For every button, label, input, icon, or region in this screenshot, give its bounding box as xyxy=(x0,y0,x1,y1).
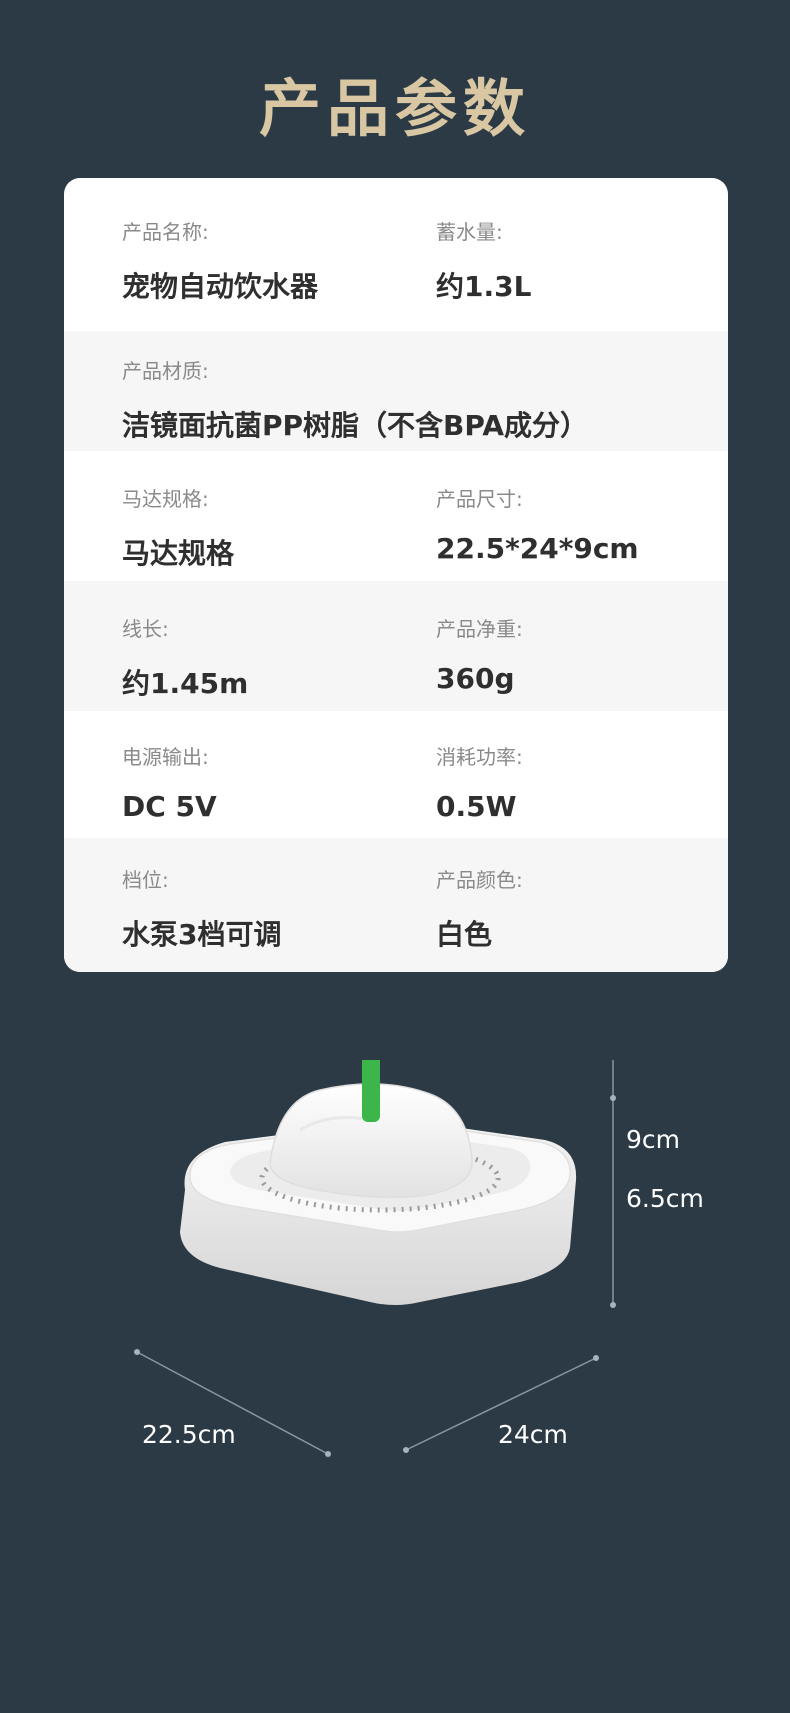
water-fountain-image xyxy=(134,1020,616,1457)
spec-value: 360g xyxy=(436,662,515,695)
spec-row: 档位: 水泵3档可调 产品颜色: 白色 xyxy=(64,838,728,972)
spec-value: DC 5V xyxy=(122,790,217,823)
spec-label: 马达规格: xyxy=(122,487,209,511)
spec-value: 约1.45m xyxy=(122,667,249,700)
spec-row: 线长: 约1.45m 产品净重: 360g xyxy=(64,581,728,711)
spec-item-size: 产品尺寸: 22.5*24*9cm xyxy=(436,483,639,565)
spec-value: 22.5*24*9cm xyxy=(436,532,639,565)
spec-item-weight: 产品净重: 360g xyxy=(436,613,523,695)
spec-value: 水泵3档可调 xyxy=(122,918,282,951)
dim-height-total: 9cm xyxy=(626,1125,681,1154)
spec-label: 产品材质: xyxy=(122,359,209,383)
spec-item-cable: 线长: 约1.45m xyxy=(122,613,248,702)
spec-item-color: 产品颜色: 白色 xyxy=(436,864,523,953)
spec-label: 产品净重: xyxy=(436,617,523,641)
spec-row: 马达规格: 马达规格 产品尺寸: 22.5*24*9cm xyxy=(64,451,728,581)
dim-height-body: 6.5cm xyxy=(626,1184,704,1213)
spec-item-power-consumption: 消耗功率: 0.5W xyxy=(436,741,523,823)
spec-label: 档位: xyxy=(122,868,169,892)
spec-label: 电源输出: xyxy=(122,745,209,769)
page-title: 产品参数 xyxy=(258,72,531,145)
spec-value: 马达规格 xyxy=(122,537,235,570)
spec-value: 宠物自动饮水器 xyxy=(122,270,319,303)
spec-item-capacity: 蓄水量: 约1.3L xyxy=(436,216,531,305)
spec-card: 产品名称: 宠物自动饮水器 蓄水量: 约1.3L 产品材质: 洁镜面抗菌PP树脂… xyxy=(64,178,728,972)
spec-label: 线长: xyxy=(122,617,169,641)
spec-item-gear: 档位: 水泵3档可调 xyxy=(122,864,281,953)
spec-value: 洁镜面抗菌PP树脂（不含BPA成分） xyxy=(122,409,589,442)
spec-label: 消耗功率: xyxy=(436,745,523,769)
spec-row: 产品名称: 宠物自动饮水器 蓄水量: 约1.3L xyxy=(64,178,728,331)
spec-item-motor: 马达规格: 马达规格 xyxy=(122,483,234,572)
spec-item-power-output: 电源输出: DC 5V xyxy=(122,741,217,823)
spec-value: 白色 xyxy=(436,918,493,951)
spec-label: 产品名称: xyxy=(122,220,209,244)
spec-row: 电源输出: DC 5V 消耗功率: 0.5W xyxy=(64,711,728,838)
dim-width: 22.5cm xyxy=(142,1420,236,1449)
dim-depth: 24cm xyxy=(498,1420,568,1449)
product-dimension-area xyxy=(0,1020,790,1480)
spec-row: 产品材质: 洁镜面抗菌PP树脂（不含BPA成分） xyxy=(64,331,728,451)
spec-item-name: 产品名称: 宠物自动饮水器 xyxy=(122,216,318,305)
spec-item-material: 产品材质: 洁镜面抗菌PP树脂（不含BPA成分） xyxy=(122,355,588,444)
spec-value: 0.5W xyxy=(436,790,517,823)
spec-label: 产品颜色: xyxy=(436,868,523,892)
spec-label: 蓄水量: xyxy=(436,220,503,244)
spec-label: 产品尺寸: xyxy=(436,487,523,511)
spec-value: 约1.3L xyxy=(436,270,532,303)
